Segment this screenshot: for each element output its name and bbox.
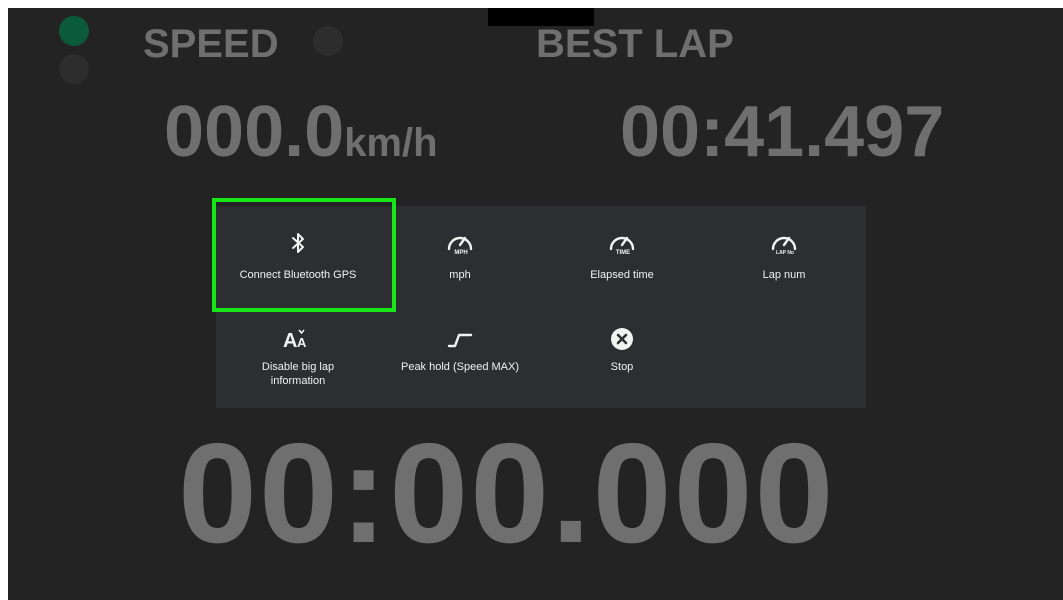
menu-item-mph[interactable]: MPH mph	[380, 206, 540, 302]
speedometer-time-icon: TIME	[607, 228, 637, 258]
bluetooth-icon	[290, 228, 306, 258]
menu-item-label: Peak hold (Speed MAX)	[400, 361, 519, 373]
menu-item-elapsed-time[interactable]: TIME Elapsed time	[542, 206, 702, 302]
current-lap-timer: 00:00.000	[178, 414, 836, 573]
menu-item-peak-hold[interactable]: Peak hold (Speed MAX)	[380, 312, 540, 408]
options-menu: Connect Bluetooth GPS MPH mph TIME Elaps…	[212, 198, 866, 408]
speed-label: SPEED	[143, 22, 279, 66]
close-circle-icon	[610, 324, 634, 354]
speed-status-indicator	[313, 26, 343, 56]
menu-item-label: mph	[449, 269, 471, 281]
app-screen: SPEED BEST LAP 000.0km/h 00:41.497 00:00…	[8, 8, 1063, 600]
speed-value: 000.0	[164, 92, 345, 172]
svg-text:A: A	[283, 330, 297, 351]
menu-item-label: Elapsed time	[590, 269, 654, 281]
speed-readout: 000.0km/h	[164, 96, 438, 168]
best-lap-value: 00:41.497	[620, 92, 945, 172]
speedometer-lap-icon: LAP No	[769, 228, 799, 258]
svg-text:TIME: TIME	[616, 250, 630, 256]
text-size-icon: A A	[282, 324, 314, 354]
menu-item-lap-num[interactable]: LAP No Lap num	[704, 206, 864, 302]
menu-item-disable-big-lap-information[interactable]: A A Disable big lap information	[218, 312, 378, 408]
gps-status-indicator	[59, 16, 89, 46]
menu-item-stop[interactable]: Stop	[542, 312, 702, 408]
best-lap-label: BEST LAP	[536, 22, 734, 66]
menu-item-label: Lap num	[762, 269, 806, 281]
peak-hold-icon	[447, 324, 473, 354]
svg-text:A: A	[297, 335, 307, 350]
svg-text:MPH: MPH	[454, 250, 467, 256]
speedometer-mph-icon: MPH	[445, 228, 475, 258]
svg-text:LAP No: LAP No	[776, 250, 794, 256]
menu-item-connect-bluetooth-gps[interactable]: Connect Bluetooth GPS	[212, 198, 396, 312]
speed-unit: km/h	[344, 121, 438, 165]
menu-item-label: Disable big lap information	[261, 361, 335, 387]
menu-item-label: Connect Bluetooth GPS	[239, 269, 357, 281]
status-indicator-secondary	[59, 54, 89, 84]
menu-item-label: Stop	[610, 361, 634, 373]
